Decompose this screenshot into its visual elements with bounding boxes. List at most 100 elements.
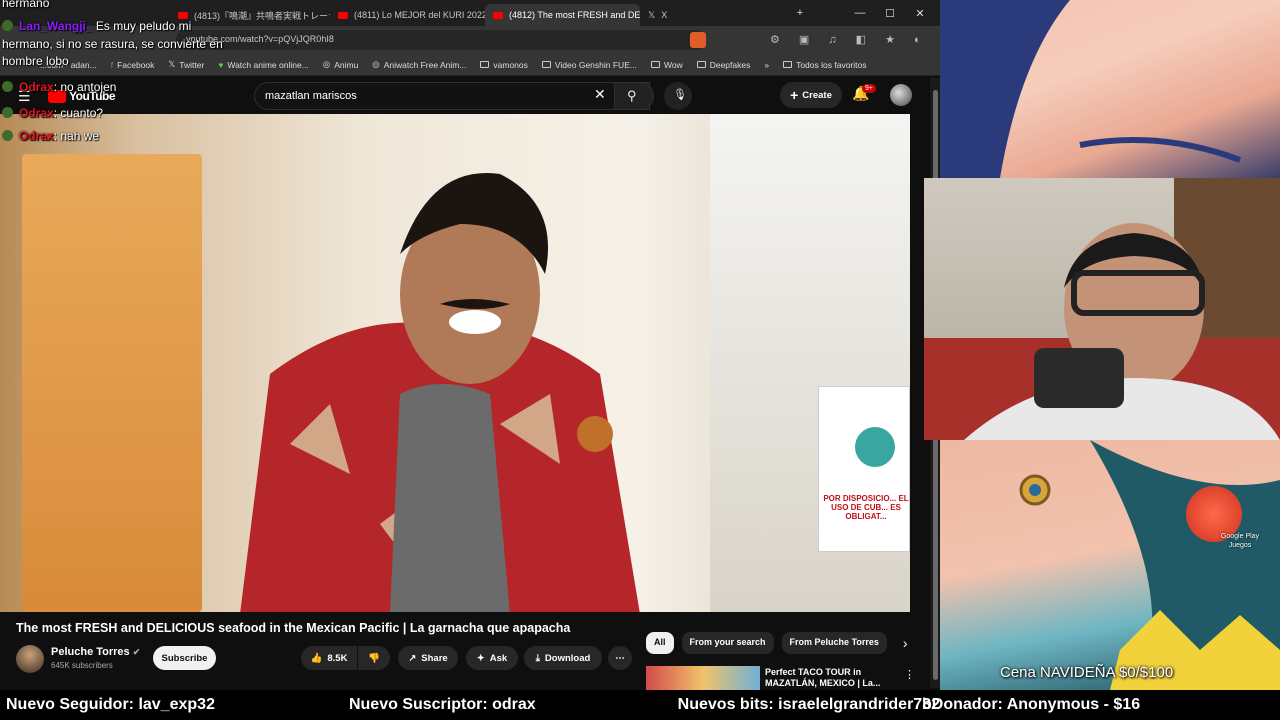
chat-username: Lan_Wangji_ — [19, 19, 93, 33]
x-logo-icon: 𝕏 — [648, 9, 656, 20]
bookmark-label: Aniwatch Free Anim... — [383, 59, 467, 70]
more-actions-button[interactable]: ⋯ — [608, 646, 632, 670]
voice-search-button[interactable]: 🎙 — [664, 82, 692, 110]
folder-icon — [480, 61, 490, 68]
facebook-icon: f — [110, 59, 114, 70]
search-input[interactable]: mazatlan mariscos — [254, 82, 650, 110]
chat-message: hermano, si no se rasura, se convierte e… — [2, 37, 223, 51]
chat-username: Odrax — [19, 80, 54, 94]
chat-badge-icon — [2, 81, 13, 92]
bookmark[interactable]: Deepfakes — [696, 59, 751, 70]
clear-search-icon[interactable]: ✕ — [594, 86, 606, 103]
chat-message: cuanto? — [60, 106, 104, 120]
bookmark-label: Todos los favoritos — [796, 59, 867, 70]
brave-shield-icon[interactable] — [690, 32, 706, 48]
bookmark[interactable]: Wow — [650, 60, 683, 70]
extension-icons[interactable]: ⚙ ▣ ♫ ◧ ★ ◐ ☰ — [770, 33, 958, 46]
chevron-right-icon[interactable]: › — [903, 635, 908, 651]
download-icon: ⤓ — [535, 652, 540, 664]
maximize-icon[interactable]: ☐ — [875, 7, 905, 20]
bookmark-label: Animu — [334, 59, 359, 70]
chat-message: no antojen — [60, 80, 117, 94]
chat-line: hermano — [2, 0, 49, 10]
dislike-button[interactable]: 👎 — [358, 646, 390, 670]
notification-count-badge: 9+ — [862, 84, 876, 93]
download-button[interactable]: ⤓ Download — [524, 646, 602, 670]
bookmark-label: Deepfakes — [709, 59, 751, 70]
sparkle-icon: ✦ — [476, 652, 485, 664]
globe-icon: ◎ — [322, 59, 331, 69]
chat-username: Odrax — [19, 129, 54, 143]
account-avatar[interactable] — [890, 84, 912, 106]
bookmark-twitter[interactable]: 𝕏 Twitter — [168, 59, 204, 70]
like-button[interactable]: 👍 8.5K — [301, 646, 357, 670]
minimize-icon[interactable]: — — [845, 7, 875, 19]
browser-tab[interactable]: (4811) Lo MEJOR del KURI 2022 - Y... — [330, 4, 485, 26]
window-close-icon[interactable]: ✕ — [905, 7, 935, 20]
bookmark-label: Facebook — [117, 59, 155, 70]
chat-username: Odrax — [19, 106, 54, 120]
search-icon: ⚲ — [627, 88, 637, 103]
ticker-item: Nuevo Suscriptor: odrax — [348, 696, 536, 713]
bookmark[interactable]: ◎ Animu — [323, 59, 359, 70]
recommended-video-title[interactable]: Perfect TACO TOUR in MAZATLÁN, MEXICO | … — [765, 667, 895, 689]
subscribe-button[interactable]: Subscribe — [153, 646, 216, 670]
folder-icon — [541, 61, 551, 68]
chevron-right-icon[interactable]: » — [764, 60, 769, 70]
bookmark-label: Watch anime online... — [227, 59, 309, 70]
ticker-item: Nuevo Seguidor: lav_exp32 — [6, 696, 215, 713]
channel-avatar[interactable] — [16, 645, 44, 673]
tab-label: (4813)『鳴潮』共鳴者実戦トレーラー | ... — [194, 10, 330, 21]
bookmark[interactable]: Video Genshin FUE... — [541, 60, 637, 70]
video-sign-text: POR DISPOSICIO... EL USO DE CUB... ES OB… — [823, 494, 909, 521]
video-frame-poster — [22, 154, 202, 612]
video-frame-sign — [818, 386, 910, 552]
chat-badge-icon — [2, 20, 13, 31]
chip-from-search[interactable]: From your search — [681, 632, 774, 654]
shield-icon: ♥ — [218, 59, 224, 70]
chip-from-channel[interactable]: From Peluche Torres — [781, 632, 887, 654]
video-frame-person — [240, 173, 640, 612]
create-button[interactable]: + Create — [780, 82, 842, 108]
chat-line: Lan_Wangji_ Es muy peludo mi — [2, 19, 191, 33]
more-icon: ⋯ — [615, 652, 625, 664]
folder-icon — [650, 61, 660, 68]
anime-art-bottom — [940, 440, 1280, 690]
url-field[interactable]: youtube.com/watch?v=pQVjJQR0hI8 — [176, 30, 706, 50]
video-player[interactable]: POR DISPOSICIO... EL USO DE CUB... ES OB… — [0, 114, 910, 612]
ask-button[interactable]: ✦ Ask — [466, 646, 518, 670]
like-count: 8.5K — [327, 652, 348, 664]
google-play-games-label[interactable]: Google Play Juegos — [1212, 532, 1268, 550]
video-title: The most FRESH and DELICIOUS seafood in … — [16, 621, 571, 635]
search-button[interactable]: ⚲ — [614, 82, 654, 110]
new-tab-icon[interactable]: + — [785, 7, 815, 19]
bookmark-all-favorites[interactable]: Todos los favoritos — [783, 60, 866, 70]
bookmark-label: Twitter — [179, 59, 205, 70]
channel-name[interactable]: Peluche Torres ✔ — [51, 646, 140, 658]
share-button[interactable]: ↗ Share — [398, 646, 458, 670]
bookmark[interactable]: ♥ Watch anime online... — [218, 60, 308, 70]
recommended-video-thumbnail[interactable] — [646, 666, 760, 690]
recommended-more-icon[interactable]: ⋮ — [904, 668, 915, 681]
stream-goal-text: Cena NAVIDEÑA $0/$100 — [1000, 664, 1174, 681]
chat-message: hombre lobo — [2, 54, 69, 68]
chat-badge-icon — [2, 107, 13, 118]
browser-tab[interactable]: 𝕏X — [640, 4, 795, 26]
chip-all[interactable]: All — [646, 632, 674, 654]
ask-label: Ask — [489, 652, 508, 664]
webcam-feed — [924, 178, 1280, 440]
bookmark[interactable]: ◎ Aniwatch Free Anim... — [372, 59, 466, 70]
chat-message: hermano — [2, 0, 50, 10]
globe-icon: ◎ — [372, 59, 380, 69]
plus-icon: + — [790, 87, 799, 103]
browser-tab-active[interactable]: (4812) The most FRESH and DE...✕ — [485, 4, 640, 26]
ticker-item: bDonador: Anonymous - $16 — [922, 696, 1141, 713]
folder-icon — [783, 61, 793, 68]
ticker-item: Nuevos bits: israelelgrandrider732 — [677, 696, 940, 713]
browser-tab[interactable]: (4813)『鳴潮』共鳴者実戦トレーラー | ... — [170, 4, 330, 26]
subscriber-count: 645K subscribers — [51, 661, 113, 670]
bookmark-facebook[interactable]: f Facebook — [111, 60, 155, 70]
bookmark[interactable]: vamonos — [480, 60, 528, 70]
channel-name-text: Peluche Torres — [51, 646, 130, 658]
mask-graphic-icon — [855, 427, 895, 467]
